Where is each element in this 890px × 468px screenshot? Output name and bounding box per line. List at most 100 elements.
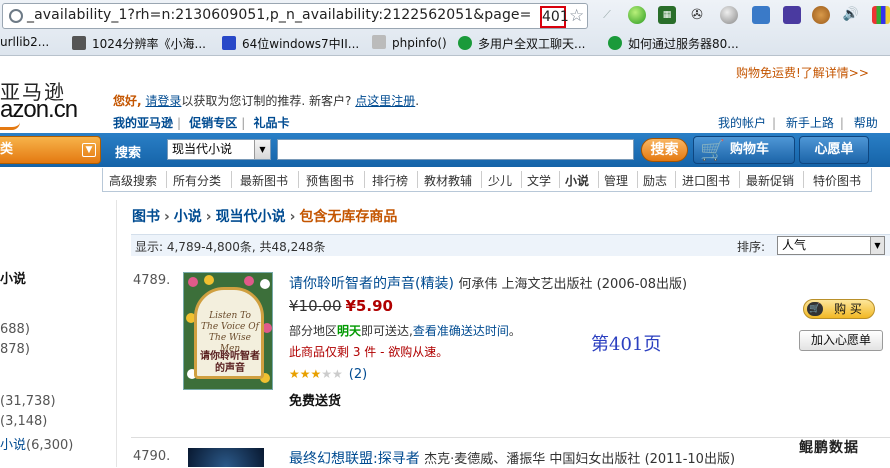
sidebar-heading[interactable]: 小说 bbox=[0, 268, 26, 287]
my-amazon-link[interactable]: 我的亚马逊 bbox=[113, 116, 173, 130]
bookmark-item[interactable]: 64位windows7中II... bbox=[222, 35, 359, 52]
sidebar-item[interactable]: (3,148) bbox=[0, 414, 47, 429]
window-icon[interactable] bbox=[783, 6, 801, 24]
login-link[interactable]: 请登录 bbox=[145, 94, 181, 108]
breadcrumb-fiction[interactable]: 小说 bbox=[174, 209, 202, 225]
product-title-link[interactable]: 请你聆听智者的声音(精装) bbox=[289, 276, 454, 292]
nav-specials[interactable]: 特价图书 bbox=[813, 172, 861, 189]
buy-button[interactable]: 🛒 购 买 bbox=[803, 299, 875, 319]
result-count: 显示: 4,789-4,800条, 共48,248条 bbox=[135, 240, 326, 254]
search-input[interactable] bbox=[277, 139, 634, 160]
breadcrumb-modern-fiction[interactable]: 现当代小说 bbox=[216, 209, 286, 225]
watermark: 鲲鹏数据 bbox=[799, 440, 859, 456]
bookmark-star-icon[interactable]: ☆ bbox=[569, 6, 584, 26]
top-links: 我的亚马逊 | 促销专区 | 礼品卡 bbox=[113, 116, 290, 130]
green-ball-extension-icon[interactable] bbox=[628, 6, 646, 24]
search-category-select[interactable]: 现当代小说 ▼ bbox=[167, 139, 271, 160]
star-rating[interactable]: ★★★★★ (2) bbox=[289, 367, 367, 382]
nav-presale-books[interactable]: 预售图书 bbox=[306, 172, 354, 189]
row-divider bbox=[131, 437, 890, 438]
sidebar-item[interactable]: (31,738) bbox=[0, 394, 56, 409]
account-links: 我的帐户 | 新手上路 | 帮助 bbox=[718, 116, 878, 130]
wishlist-header-button[interactable]: 心愿单 bbox=[799, 136, 869, 164]
bookmarks-bar: urllib2... 1024分辨率《小海... 64位windows7中II.… bbox=[0, 31, 890, 55]
sidebar-item[interactable]: 小说(6,300) bbox=[0, 434, 73, 453]
nav-fiction[interactable]: 小说 bbox=[565, 172, 589, 189]
page-info-icon[interactable] bbox=[9, 9, 23, 23]
browser-chrome: _availability_1?rh=n:2130609051,p_n_avai… bbox=[0, 0, 890, 56]
chevron-down-icon: ▼ bbox=[82, 143, 96, 157]
film-reel-icon[interactable]: ✇ bbox=[688, 6, 706, 24]
availability: 部分地区明天即可送达,查看准确送达时间。 bbox=[289, 324, 521, 338]
nav-all-categories[interactable]: 所有分类 bbox=[173, 172, 221, 189]
cart-button[interactable]: 🛒 购物车 bbox=[693, 136, 795, 164]
register-link[interactable]: 点这里注册 bbox=[355, 94, 415, 108]
product-meta: 何承伟 上海文艺出版社 (2006-08出版) bbox=[458, 277, 688, 292]
page-annotation: 第401页 bbox=[591, 334, 662, 355]
result-index: 4789. bbox=[133, 273, 171, 288]
all-categories-button[interactable]: 类 ▼ bbox=[0, 136, 101, 164]
search-button[interactable]: 搜索 bbox=[641, 138, 688, 162]
globe-icon[interactable] bbox=[720, 6, 738, 24]
sort-label: 排序: bbox=[737, 240, 766, 254]
cookie-icon[interactable] bbox=[812, 6, 830, 24]
nav-advanced-search[interactable]: 高级搜索 bbox=[109, 172, 157, 189]
bar-chart-icon[interactable] bbox=[872, 6, 890, 24]
nav-self-help[interactable]: 励志 bbox=[643, 172, 667, 189]
address-bar[interactable]: _availability_1?rh=n:2130609051,p_n_avai… bbox=[2, 3, 588, 29]
book-cover-image[interactable]: Listen To The Voice Of The Wise Men 请你聆听… bbox=[183, 272, 273, 390]
nav-bestsellers[interactable]: 排行榜 bbox=[372, 172, 408, 189]
bookmark-item[interactable]: phpinfo() bbox=[372, 35, 447, 50]
delivery-time-link[interactable]: 查看准确送达时间 bbox=[413, 324, 509, 338]
screen-capture-icon[interactable] bbox=[752, 6, 770, 24]
url-page-param-highlight: 401 bbox=[540, 6, 569, 28]
product-price: ¥10.00 ¥5.90 bbox=[289, 297, 393, 315]
product-title: 最终幻想联盟:探寻者 杰克·麦德威、潘振华 中国妇女出版社 (2011-10出版… bbox=[289, 448, 735, 468]
breadcrumb: 图书 › 小说 › 现当代小说 › 包含无库存商品 bbox=[132, 209, 398, 225]
sidebar-item[interactable]: 878) bbox=[0, 342, 30, 357]
bookmark-item[interactable]: urllib2... bbox=[0, 35, 49, 49]
new-user-guide-link[interactable]: 新手上路 bbox=[786, 116, 834, 130]
nav-children[interactable]: 少儿 bbox=[488, 172, 512, 189]
bookmark-item[interactable]: 1024分辨率《小海... bbox=[72, 35, 206, 52]
category-nav: 高级搜索 所有分类 最新图书 预售图书 排行榜 教材教辅 少儿 文学 小说 管理… bbox=[102, 168, 872, 192]
url-text: _availability_1?rh=n:2130609051,p_n_avai… bbox=[27, 7, 532, 23]
my-account-link[interactable]: 我的帐户 bbox=[718, 116, 766, 130]
breadcrumb-current: 包含无库存商品 bbox=[299, 209, 398, 225]
add-to-wishlist-button[interactable]: 加入心愿单 bbox=[799, 330, 883, 351]
help-link[interactable]: 帮助 bbox=[854, 116, 878, 130]
nav-new-books[interactable]: 最新图书 bbox=[240, 172, 288, 189]
nav-imported-books[interactable]: 进口图书 bbox=[682, 172, 730, 189]
gift-card-link[interactable]: 礼品卡 bbox=[254, 116, 290, 130]
nav-management[interactable]: 管理 bbox=[604, 172, 628, 189]
shopping-cart-icon: 🛒 bbox=[700, 138, 725, 162]
speaker-icon[interactable]: 🔊 bbox=[842, 6, 860, 24]
site-c-icon bbox=[608, 36, 622, 50]
greeting: 您好, 请登录以获取为您订制的推荐. 新客户? 点这里注册. bbox=[113, 94, 420, 108]
book-cover-image[interactable] bbox=[188, 448, 264, 467]
bookmark-item[interactable]: 多用户全双工聊天... bbox=[458, 35, 585, 52]
sidebar-item[interactable]: 688) bbox=[0, 322, 30, 337]
search-bar: 类 ▼ 搜索 现当代小说 ▼ 搜索 🛒 购物车 心愿单 bbox=[0, 133, 890, 167]
sort-select[interactable]: 人气 ▼ bbox=[777, 236, 885, 255]
nav-textbooks[interactable]: 教材教辅 bbox=[424, 172, 472, 189]
dropdown-arrow-icon: ▼ bbox=[254, 140, 270, 159]
magic-wand-icon[interactable]: ⟋ bbox=[598, 6, 616, 24]
review-count-link[interactable]: (2) bbox=[349, 367, 367, 382]
promotions-link[interactable]: 促销专区 bbox=[189, 116, 237, 130]
search-label: 搜索 bbox=[115, 146, 142, 161]
product-title-link[interactable]: 最终幻想联盟:探寻者 bbox=[289, 451, 420, 467]
free-shipping-link[interactable]: 购物免运费!了解详情>> bbox=[736, 64, 869, 81]
grid-extension-icon[interactable]: ▦ bbox=[658, 6, 676, 24]
product-meta: 杰克·麦德威、潘振华 中国妇女出版社 (2011-10出版) bbox=[424, 452, 736, 467]
nav-promotions[interactable]: 最新促销 bbox=[746, 172, 794, 189]
stock-warning: 此商品仅剩 3 件 - 欲购从速。 bbox=[289, 345, 449, 359]
sidebar-border bbox=[116, 200, 117, 467]
nav-literature[interactable]: 文学 bbox=[527, 172, 551, 189]
star-empty-icon: ★★ bbox=[321, 367, 343, 381]
breadcrumb-books[interactable]: 图书 bbox=[132, 209, 160, 225]
paw-icon bbox=[222, 36, 236, 50]
cart-icon: 🛒 bbox=[807, 302, 823, 316]
bookmark-item[interactable]: 如何通过服务器80... bbox=[608, 35, 739, 52]
logo-english[interactable]: azon.cn bbox=[0, 96, 78, 124]
